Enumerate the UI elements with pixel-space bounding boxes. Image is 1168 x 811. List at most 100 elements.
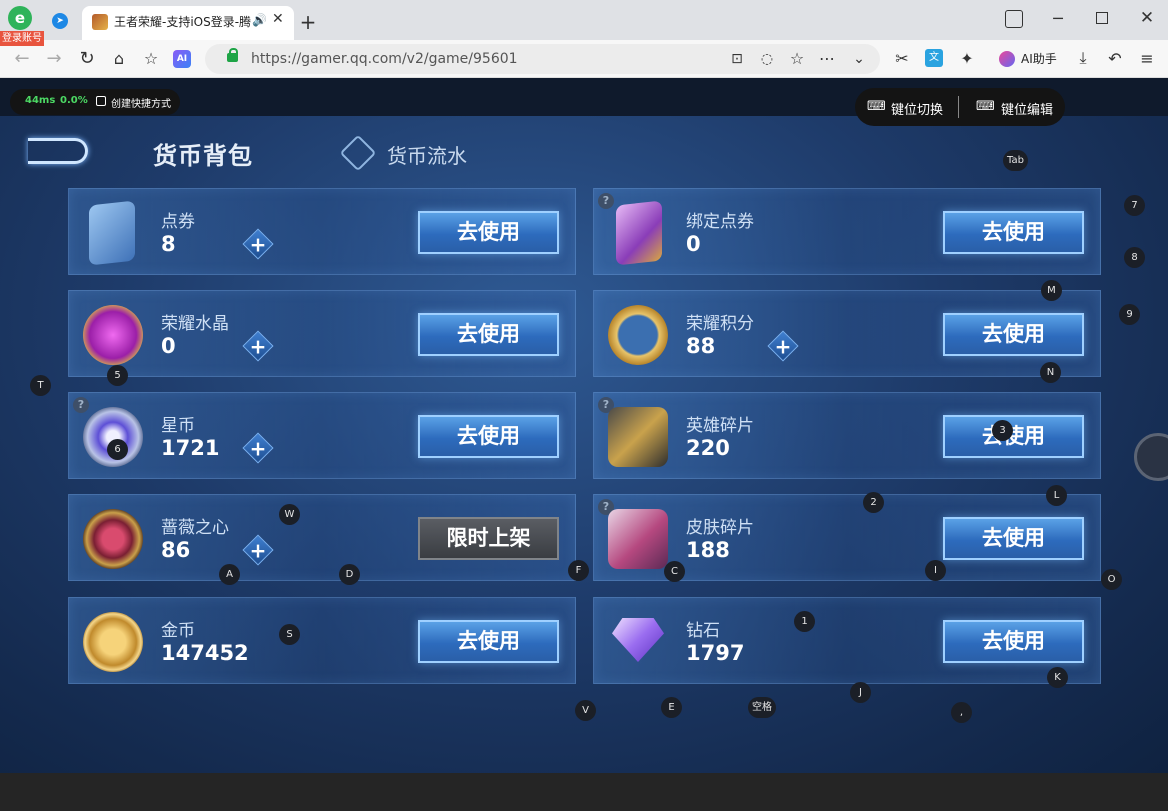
menu-icon[interactable]: ≡ [1137,49,1157,69]
key-marker[interactable]: K [1047,667,1068,688]
key-marker[interactable]: N [1040,362,1061,383]
plus-icon: + [249,538,267,563]
currency-name: 荣耀积分 [686,314,754,334]
key-marker[interactable]: 8 [1124,247,1145,268]
back-arrow-icon[interactable] [28,138,88,164]
tab-currency-flow[interactable]: 货币流水 [387,140,467,169]
url-text[interactable]: https://gamer.qq.com/v2/game/95601 [251,49,518,69]
ai-icon[interactable]: AI [173,50,191,68]
gamepad-edit-icon[interactable]: ⌨ [976,99,995,114]
question-icon[interactable]: ? [598,193,614,209]
chevron-down-icon[interactable]: ⌄ [850,50,868,68]
key-marker[interactable]: 9 [1119,304,1140,325]
plus-icon: + [249,232,267,257]
home-icon[interactable]: ⌂ [109,49,129,69]
favorites-icon[interactable]: ☆ [141,49,161,69]
more-icon[interactable]: ⋯ [818,50,836,68]
key-marker[interactable]: 2 [863,492,884,513]
use-button[interactable]: 去使用 [943,211,1084,254]
add-crystal-button[interactable]: + [242,330,274,362]
key-edit-button[interactable]: 键位编辑 [1001,99,1053,118]
key-marker[interactable]: J [850,682,871,703]
currency-value: 220 [686,436,730,460]
currency-value: 86 [161,538,191,562]
key-marker[interactable]: A [219,564,240,585]
use-button[interactable]: 去使用 [943,313,1084,356]
key-marker[interactable]: 7 [1124,195,1145,216]
ai-helper-label[interactable]: AI助手 [1021,50,1057,68]
use-button[interactable]: 去使用 [418,211,559,254]
key-mapping-pill: ⌨ 键位切换 ⌨ 键位编辑 [855,88,1065,126]
pill-divider [958,96,959,118]
key-marker[interactable]: W [279,504,300,525]
key-marker[interactable]: S [279,624,300,645]
currency-name: 荣耀水晶 [161,314,229,334]
use-button[interactable]: 去使用 [418,415,559,458]
send-icon[interactable]: ➤ [52,13,68,29]
gamepad-icon[interactable]: ⌨ [867,99,886,114]
add-voucher-button[interactable]: + [242,228,274,260]
extensions-icon[interactable]: ✦ [957,49,977,69]
question-icon[interactable]: ? [73,397,89,413]
window-close-icon[interactable]: ✕ [1138,9,1156,27]
reload-icon[interactable]: ↻ [77,49,97,69]
limited-release-button[interactable]: 限时上架 [418,517,559,560]
forward-icon[interactable]: → [44,49,64,69]
lightbulb-icon[interactable]: ◌ [758,50,776,68]
key-marker[interactable]: V [575,700,596,721]
key-marker[interactable]: C [664,561,685,582]
create-shortcut-label[interactable]: 创建快捷方式 [111,95,171,110]
use-button[interactable]: 去使用 [418,620,559,663]
key-marker[interactable]: , [951,702,972,723]
add-star-coin-button[interactable]: + [242,432,274,464]
browser-tab-active[interactable]: 王者荣耀-支持iOS登录-腾 🔊 ✕ [82,6,294,40]
translate-icon[interactable]: 文 [925,49,943,67]
shortcut-icon[interactable] [96,96,106,106]
currency-card-voucher: 点券 8 + 去使用 [68,188,576,275]
new-tab-icon[interactable]: + [298,12,318,32]
flow-tab-icon[interactable] [339,134,377,172]
crystal-icon [83,305,143,365]
undo-icon[interactable]: ↶ [1105,49,1125,69]
browser-logo-icon[interactable]: e [8,6,32,30]
login-badge[interactable]: 登录账号 [0,31,44,46]
key-marker[interactable]: F [568,560,589,581]
add-points-button[interactable]: + [767,330,799,362]
use-button[interactable]: 去使用 [943,415,1084,458]
key-marker[interactable]: L [1046,485,1067,506]
minimize-icon[interactable]: ─ [1050,10,1066,28]
key-marker[interactable]: 1 [794,611,815,632]
settings-hex-icon[interactable] [1134,433,1168,481]
key-marker[interactable]: 空格 [748,697,776,718]
currency-card-glory-points: 荣耀积分 88 + 去使用 [593,290,1101,377]
key-marker[interactable]: 5 [107,365,128,386]
key-marker[interactable]: Tab [1003,150,1028,171]
add-rose-heart-button[interactable]: + [242,534,274,566]
download-icon[interactable]: ⤓ [1073,48,1093,68]
back-icon[interactable]: ← [12,49,32,69]
scissors-icon[interactable]: ✂ [892,49,912,69]
key-marker[interactable]: 3 [992,420,1013,441]
install-app-icon[interactable]: ⊡ [728,50,746,68]
tab-close-icon[interactable]: ✕ [272,11,284,27]
use-button[interactable]: 去使用 [943,517,1084,560]
currency-name: 绑定点券 [686,212,754,232]
ai-helper-icon[interactable] [999,51,1015,67]
key-marker[interactable]: D [339,564,360,585]
shirt-icon[interactable] [1005,10,1023,28]
currency-card-gold: 金币 147452 去使用 [68,597,576,684]
use-button[interactable]: 去使用 [418,313,559,356]
key-marker[interactable]: M [1041,280,1062,301]
key-marker[interactable]: I [925,560,946,581]
maximize-icon[interactable] [1096,12,1108,24]
use-button[interactable]: 去使用 [943,620,1084,663]
game-viewport[interactable]: 44ms 0.0% 创建快捷方式 ⌨ 键位切换 ⌨ 键位编辑 货币背包 货币流水… [0,78,1168,773]
key-marker[interactable]: O [1101,569,1122,590]
key-switch-button[interactable]: 键位切换 [891,99,943,118]
address-bar[interactable]: https://gamer.qq.com/v2/game/95601 ⊡ ◌ ☆… [205,44,880,74]
key-marker[interactable]: 6 [107,439,128,460]
key-marker[interactable]: T [30,375,51,396]
speaker-icon[interactable]: 🔊 [252,13,267,27]
star-icon[interactable]: ☆ [788,50,806,68]
key-marker[interactable]: E [661,697,682,718]
